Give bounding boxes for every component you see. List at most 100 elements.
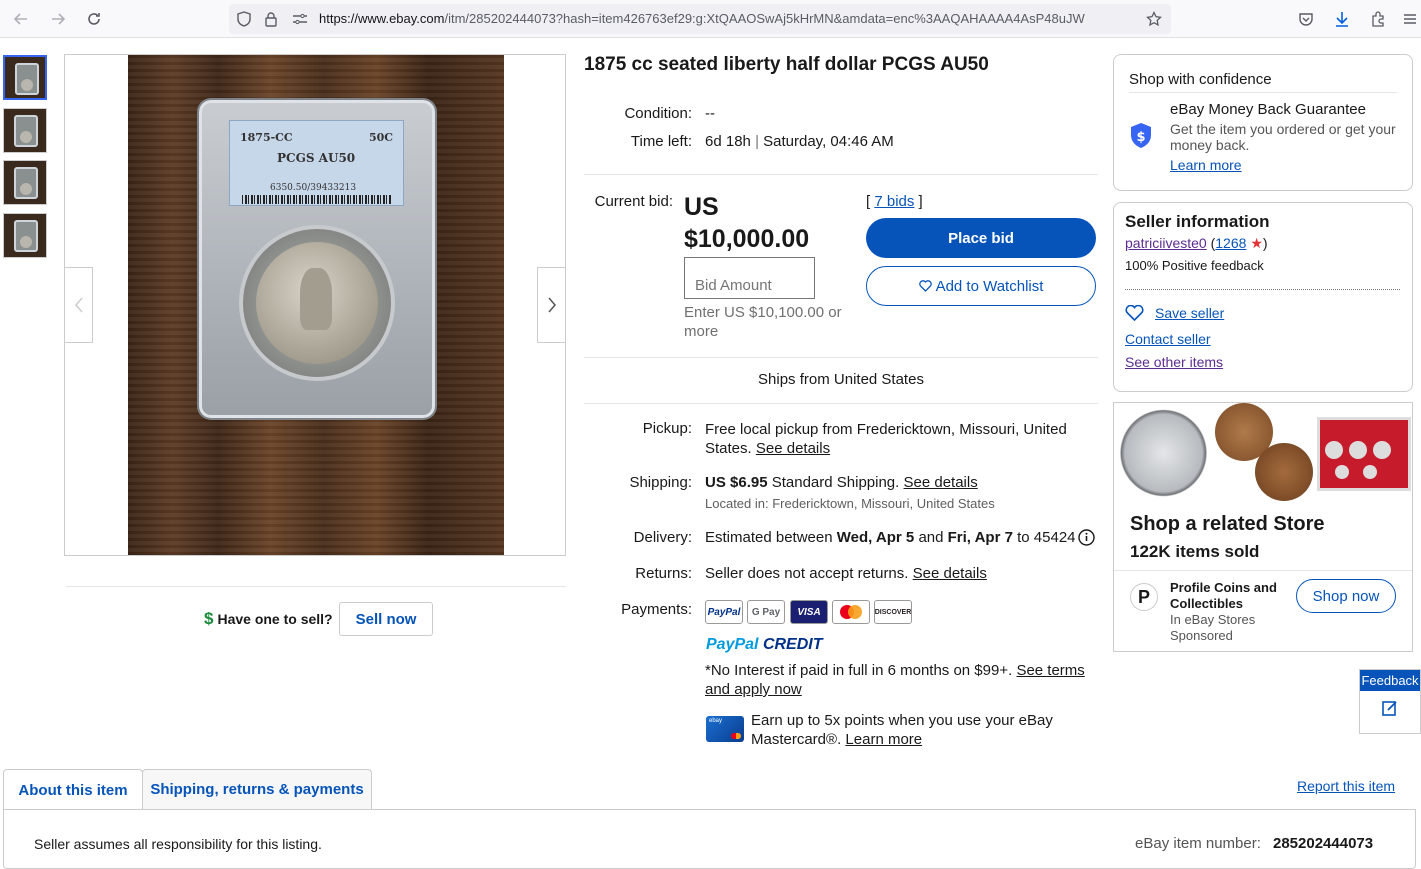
heart-icon bbox=[1125, 305, 1144, 321]
report-item-link[interactable]: Report this item bbox=[1297, 778, 1395, 794]
slab-year: 1875-CC bbox=[240, 131, 293, 144]
payments-label: Payments: bbox=[621, 601, 692, 618]
item-number-label: eBay item number: bbox=[1135, 835, 1261, 852]
save-seller[interactable]: Save seller bbox=[1125, 305, 1224, 321]
bids-count: [ 7 bids ] bbox=[866, 193, 923, 210]
positive-feedback: 100% Positive feedback bbox=[1125, 258, 1264, 273]
pcgs-slab: 1875-CC 50C PCGS AU50 6350.50/39433213 bbox=[199, 100, 435, 418]
pickup-details-link[interactable]: See details bbox=[756, 440, 830, 457]
seller-name-link[interactable]: patriciiveste0 bbox=[1125, 235, 1207, 251]
contact-seller-link[interactable]: Contact seller bbox=[1125, 331, 1211, 347]
prev-image-button[interactable] bbox=[64, 267, 93, 343]
star-icon: ★ bbox=[1250, 235, 1263, 251]
see-other-items-link[interactable]: See other items bbox=[1125, 354, 1223, 370]
bid-hint: Enter US $10,100.00 or more bbox=[684, 304, 842, 340]
save-seller-link[interactable]: Save seller bbox=[1155, 305, 1224, 321]
store-name: Profile Coins and Collectibles bbox=[1170, 580, 1277, 611]
thumbnail-2[interactable] bbox=[3, 108, 47, 153]
store-sub: In eBay Stores bbox=[1170, 612, 1256, 627]
pocket-icon[interactable] bbox=[1295, 8, 1317, 30]
thumbnail-3[interactable] bbox=[3, 160, 47, 205]
bid-amount: $10,000.00 bbox=[684, 225, 810, 253]
ships-from: Ships from United States bbox=[758, 371, 924, 388]
address-bar[interactable]: https://www.ebay.com/itm/285202444073?ha… bbox=[229, 4, 1171, 34]
svg-text:$: $ bbox=[1136, 130, 1145, 145]
slab-cert: 6350.50/39433213 bbox=[270, 183, 357, 193]
slab-label: 1875-CC 50C PCGS AU50 6350.50/39433213 bbox=[229, 120, 404, 206]
download-icon[interactable] bbox=[1331, 8, 1353, 30]
divider bbox=[584, 174, 1098, 175]
bids-link[interactable]: 7 bids bbox=[874, 193, 914, 210]
lock-icon[interactable] bbox=[261, 9, 281, 29]
slab-denom: 50C bbox=[368, 131, 393, 144]
mastercard-learn-more-link[interactable]: Learn more bbox=[845, 731, 922, 748]
back-icon[interactable] bbox=[8, 7, 34, 31]
feedback-count-link[interactable]: 1268 bbox=[1215, 235, 1246, 251]
permissions-icon[interactable] bbox=[290, 9, 310, 29]
main-image-frame[interactable]: 1875-CC 50C PCGS AU50 6350.50/39433213 bbox=[64, 54, 566, 556]
seller-info-panel: Seller information patriciiveste0 (1268 … bbox=[1113, 202, 1413, 392]
confidence-title: Shop with confidence bbox=[1129, 71, 1272, 88]
coin-holder bbox=[239, 225, 395, 381]
shield-icon[interactable] bbox=[234, 9, 254, 29]
visa-icon: VISA bbox=[790, 600, 828, 624]
paypal-icon: PayPal bbox=[705, 600, 743, 624]
returns-label: Returns: bbox=[635, 565, 692, 582]
discover-icon: DISCOVER bbox=[874, 600, 912, 624]
delivery-value: Estimated between Wed, Apr 5 and Fri, Ap… bbox=[705, 529, 1076, 546]
browser-toolbar: https://www.ebay.com/itm/285202444073?ha… bbox=[0, 0, 1421, 38]
tab-shipping-returns-payments[interactable]: Shipping, returns & payments bbox=[142, 769, 372, 809]
feedback-tab[interactable]: Feedback bbox=[1359, 669, 1421, 734]
divider bbox=[584, 403, 1098, 404]
extensions-icon[interactable] bbox=[1367, 8, 1389, 30]
sell-now-button[interactable]: Sell now bbox=[338, 602, 434, 636]
bid-currency: US bbox=[684, 193, 719, 221]
bid-amount-input[interactable] bbox=[684, 257, 815, 299]
mastercard-promo: Earn up to 5x points when you use your e… bbox=[751, 712, 1053, 748]
next-image-button[interactable] bbox=[537, 267, 566, 343]
seller-name-row: patriciiveste0 (1268 ★) bbox=[1125, 235, 1268, 251]
guarantee-text: Get the item you ordered or get your mon… bbox=[1170, 121, 1396, 153]
shipping-value: US $6.95 Standard Shipping. See details bbox=[705, 474, 978, 491]
time-left-value: 6d 18h | Saturday, 04:46 AM bbox=[705, 133, 894, 150]
coin-photo[interactable]: 1875-CC 50C PCGS AU50 6350.50/39433213 bbox=[128, 55, 504, 555]
feedback-tab-label: Feedback bbox=[1360, 670, 1420, 691]
shipping-details-link[interactable]: See details bbox=[904, 474, 978, 491]
returns-details-link[interactable]: See details bbox=[913, 565, 987, 582]
forward-icon[interactable] bbox=[45, 7, 71, 31]
shop-now-button[interactable]: Shop now bbox=[1296, 579, 1396, 613]
guarantee-learn-more-link[interactable]: Learn more bbox=[1170, 157, 1242, 173]
current-bid-label: Current bid: bbox=[594, 193, 673, 210]
place-bid-button[interactable]: Place bid bbox=[866, 218, 1096, 258]
sponsored-label: Sponsored bbox=[1170, 628, 1233, 643]
info-icon[interactable] bbox=[1078, 529, 1095, 551]
menu-icon[interactable] bbox=[1399, 8, 1421, 30]
tab-panel: Seller assumes all responsibility for th… bbox=[3, 809, 1416, 869]
heart-icon bbox=[918, 280, 932, 292]
thumbnail-1[interactable] bbox=[3, 55, 47, 100]
ebay-mastercard-icon: ebay bbox=[706, 716, 744, 742]
returns-value: Seller does not accept returns. See deta… bbox=[705, 565, 987, 582]
thumbnail-4[interactable] bbox=[3, 213, 47, 258]
condition-label: Condition: bbox=[624, 105, 692, 122]
coin bbox=[256, 242, 378, 364]
url-text: https://www.ebay.com/itm/285202444073?ha… bbox=[319, 11, 1085, 26]
tab-about-this-item[interactable]: About this item bbox=[3, 769, 143, 810]
no-interest-text: *No Interest if paid in full in 6 months… bbox=[705, 662, 1085, 698]
sell-row: $ Have one to sell? Sell now bbox=[204, 602, 434, 636]
item-number: 285202444073 bbox=[1273, 835, 1374, 852]
slab-barcode bbox=[242, 195, 392, 204]
condition-value: -- bbox=[705, 105, 715, 122]
morgan-dollar-image bbox=[1114, 403, 1213, 503]
divider bbox=[1125, 289, 1400, 290]
time-left-label: Time left: bbox=[630, 133, 692, 150]
located-in: Located in: Fredericktown, Missouri, Uni… bbox=[705, 496, 995, 511]
pennies-image bbox=[1215, 403, 1313, 503]
seller-info-title: Seller information bbox=[1125, 212, 1270, 231]
feedback-edit-icon bbox=[1360, 699, 1420, 717]
add-to-watchlist-button[interactable]: Add to Watchlist bbox=[866, 266, 1096, 306]
reload-icon[interactable] bbox=[81, 7, 107, 31]
bookmark-star-icon[interactable] bbox=[1144, 9, 1164, 29]
guarantee-title: eBay Money Back Guarantee bbox=[1170, 101, 1366, 118]
shop-with-confidence-panel: Shop with confidence eBay Money Back Gua… bbox=[1113, 54, 1413, 191]
